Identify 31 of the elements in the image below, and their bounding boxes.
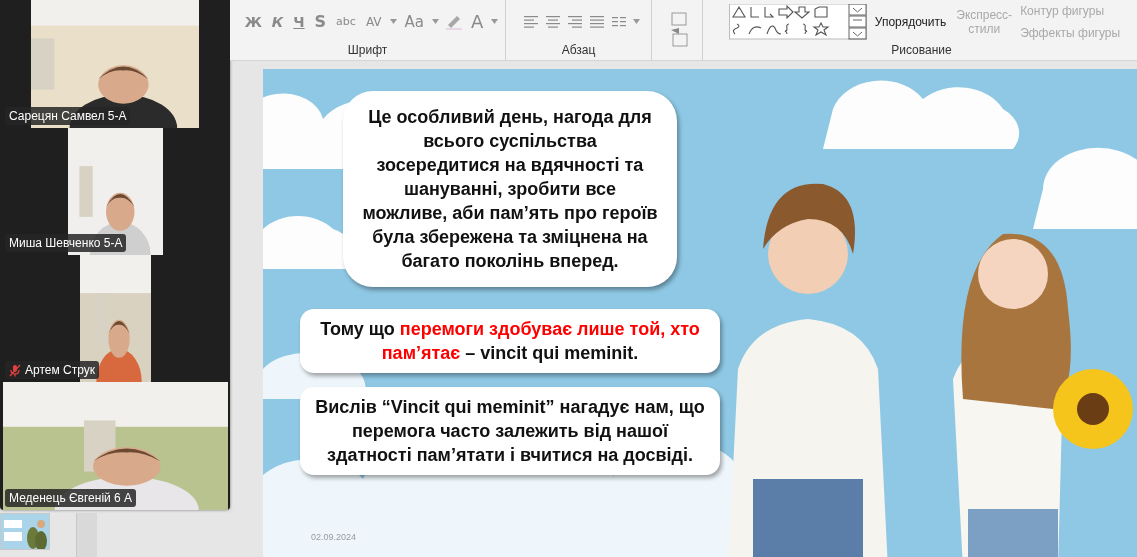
participant-name: Миша Шевченко 5-А <box>9 236 123 250</box>
slide-date: 02.09.2024 <box>311 532 357 542</box>
justify-icon[interactable] <box>589 13 605 30</box>
participant-name: Меденець Євгеній 6 А <box>9 491 133 505</box>
group-label: Рисование <box>891 43 952 59</box>
caret-icon <box>491 19 499 24</box>
font-format-button[interactable]: Ж <box>242 13 264 30</box>
group-label: Шрифт <box>347 43 388 59</box>
caret-icon <box>389 19 397 24</box>
speech-bubble: Тому що перемоги здобуває лише той, хто пам’ятає – vincit qui meminit. <box>300 309 720 373</box>
highlighter-icon[interactable] <box>445 13 463 30</box>
text-direction-icon[interactable] <box>670 12 690 48</box>
caret-icon <box>432 19 439 24</box>
arrange-button[interactable]: Упорядочить <box>872 14 949 29</box>
group-label: Абзац <box>561 43 596 59</box>
font-format-button[interactable]: S <box>312 12 329 31</box>
align-right-icon[interactable] <box>567 13 583 30</box>
font-format-button[interactable]: AV <box>363 14 384 29</box>
font-format-button[interactable]: A <box>469 11 486 32</box>
font-format-button[interactable]: abc <box>334 15 358 28</box>
font-format-button[interactable]: Aa <box>402 12 426 31</box>
participant-name: Артем Струк <box>25 363 95 377</box>
scroll-bar[interactable] <box>76 513 97 557</box>
align-left-icon[interactable] <box>523 13 539 30</box>
font-format-button[interactable]: К <box>269 13 286 30</box>
shape-gallery-drawing[interactable] <box>728 3 867 40</box>
font-format-button[interactable]: Ч <box>291 13 307 30</box>
speech-bubble: Це особливий день, нагода для всього суспільства зосередитися на вдячності та шануванні, зробити все можливе, аби пам’ять про героїв була збережена та зміцнена на багато поколінь вперед. <box>343 91 677 287</box>
caret-icon <box>633 19 640 24</box>
speech-bubble: Вислів “Vincit qui meminit” нагадує нам, що перемога часто залежить від нашої здатності пам’ятати і вчитися на досвіді. <box>300 387 720 475</box>
align-center-icon[interactable] <box>545 13 561 30</box>
